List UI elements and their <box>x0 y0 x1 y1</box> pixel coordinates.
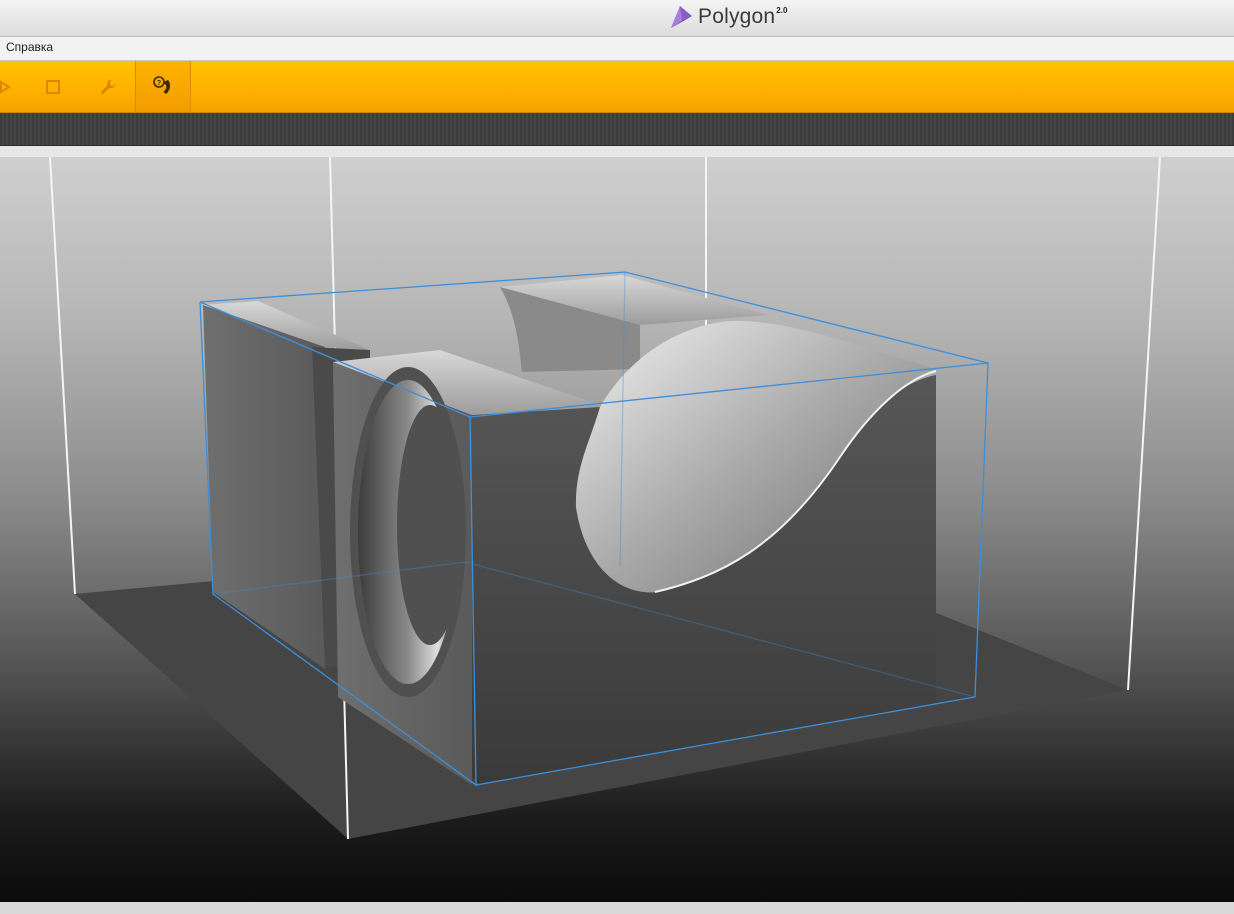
svg-text:?: ? <box>157 80 161 87</box>
build-volume-edge <box>49 157 76 595</box>
square-icon <box>46 79 60 94</box>
menu-help[interactable]: Справка <box>6 40 53 54</box>
title-bar: Polygon 2.0 <box>0 0 1234 37</box>
play-arrow-icon <box>0 79 11 94</box>
support-phone-icon: ? <box>153 75 171 94</box>
polygon-logo-icon <box>671 6 692 28</box>
viewport-header <box>0 146 1234 157</box>
app-logo: Polygon 2.0 <box>668 4 787 30</box>
scene <box>49 157 1161 840</box>
wrench-icon <box>100 79 116 94</box>
tool-support[interactable]: ? <box>135 61 191 112</box>
secondary-toolbar <box>0 113 1234 146</box>
app-version: 2.0 <box>776 5 788 15</box>
build-volume-edge <box>1127 157 1161 691</box>
tool-stop[interactable] <box>26 61 80 112</box>
model-hole-back <box>397 405 463 645</box>
menu-bar: Справка <box>0 37 1234 61</box>
status-bar <box>0 902 1234 914</box>
tool-settings[interactable] <box>81 61 135 112</box>
app-name: Polygon <box>698 5 776 28</box>
main-toolbar: ? <box>0 61 1234 113</box>
3d-viewport[interactable] <box>0 157 1234 902</box>
